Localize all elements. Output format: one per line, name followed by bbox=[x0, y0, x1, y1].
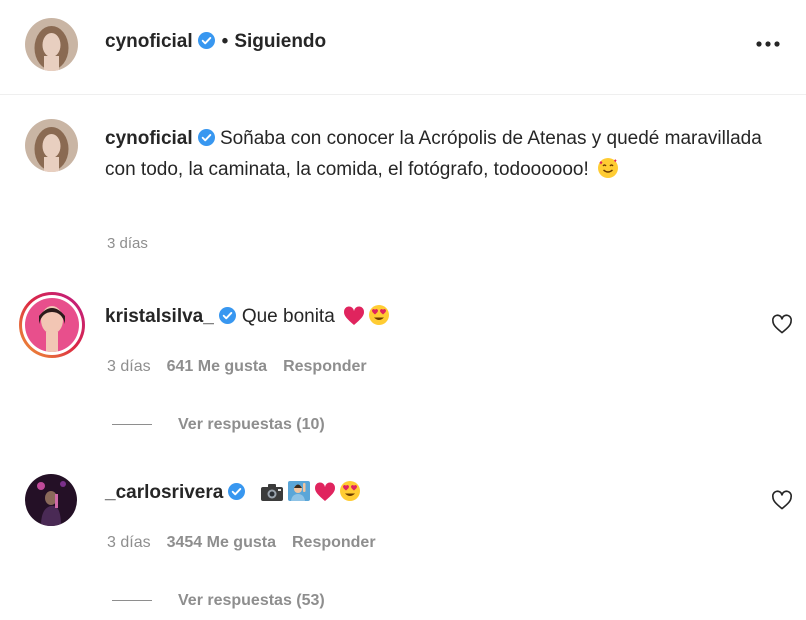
caption-username[interactable]: cynoficial bbox=[105, 128, 193, 149]
like-heart-icon[interactable] bbox=[771, 490, 793, 510]
person-raising-hand-icon bbox=[287, 480, 311, 502]
avatar[interactable] bbox=[25, 18, 78, 71]
verified-badge-icon bbox=[197, 129, 215, 146]
reply-button[interactable]: Responder bbox=[292, 534, 376, 551]
header-username[interactable]: cynoficial bbox=[105, 31, 193, 52]
heart-eyes-face-icon bbox=[339, 480, 361, 502]
replies-divider bbox=[112, 424, 152, 426]
avatar[interactable] bbox=[25, 298, 79, 352]
separator-dot: • bbox=[221, 31, 229, 52]
more-options-icon[interactable] bbox=[752, 34, 784, 54]
comment-meta: 3 días 3454 Me gusta Responder bbox=[107, 534, 392, 552]
comment-meta: 3 días 641 Me gusta Responder bbox=[107, 358, 383, 376]
camera-icon bbox=[260, 482, 284, 502]
verified-badge-icon bbox=[228, 483, 246, 500]
following-button[interactable]: Siguiendo bbox=[234, 31, 326, 52]
comment-text: kristalsilva_ Que bonita bbox=[105, 304, 390, 328]
header-user-line: cynoficial • Siguiendo bbox=[105, 31, 326, 53]
post-header: cynoficial • Siguiendo bbox=[0, 0, 806, 95]
comment-timestamp: 3 días bbox=[107, 358, 151, 375]
comment-timestamp: 3 días bbox=[107, 534, 151, 551]
comment-text: _carlosrivera bbox=[105, 480, 361, 504]
comment-username[interactable]: _carlosrivera bbox=[105, 482, 223, 503]
avatar[interactable] bbox=[25, 474, 77, 526]
verified-badge-icon bbox=[197, 32, 215, 49]
red-heart-icon bbox=[314, 482, 336, 502]
view-replies-button[interactable]: Ver respuestas (10) bbox=[112, 416, 325, 434]
comment-likes[interactable]: 3454 Me gusta bbox=[167, 534, 276, 551]
comment-body: Que bonita bbox=[241, 306, 335, 327]
smiling-face-with-hearts-icon bbox=[597, 157, 619, 179]
comment-username[interactable]: kristalsilva_ bbox=[105, 306, 214, 327]
like-heart-icon[interactable] bbox=[771, 314, 793, 334]
heart-eyes-face-icon bbox=[368, 304, 390, 326]
caption-timestamp: 3 días bbox=[107, 235, 148, 252]
red-heart-icon bbox=[343, 306, 365, 326]
view-replies-label: Ver respuestas (10) bbox=[178, 416, 325, 433]
view-replies-button[interactable]: Ver respuestas (53) bbox=[112, 592, 325, 610]
avatar[interactable] bbox=[25, 119, 78, 172]
replies-divider bbox=[112, 600, 152, 602]
reply-button[interactable]: Responder bbox=[283, 358, 367, 375]
comment-likes[interactable]: 641 Me gusta bbox=[167, 358, 267, 375]
caption-text: cynoficial Soñaba con conocer la Acrópol… bbox=[105, 123, 765, 185]
view-replies-label: Ver respuestas (53) bbox=[178, 592, 325, 609]
verified-badge-icon bbox=[218, 307, 236, 324]
